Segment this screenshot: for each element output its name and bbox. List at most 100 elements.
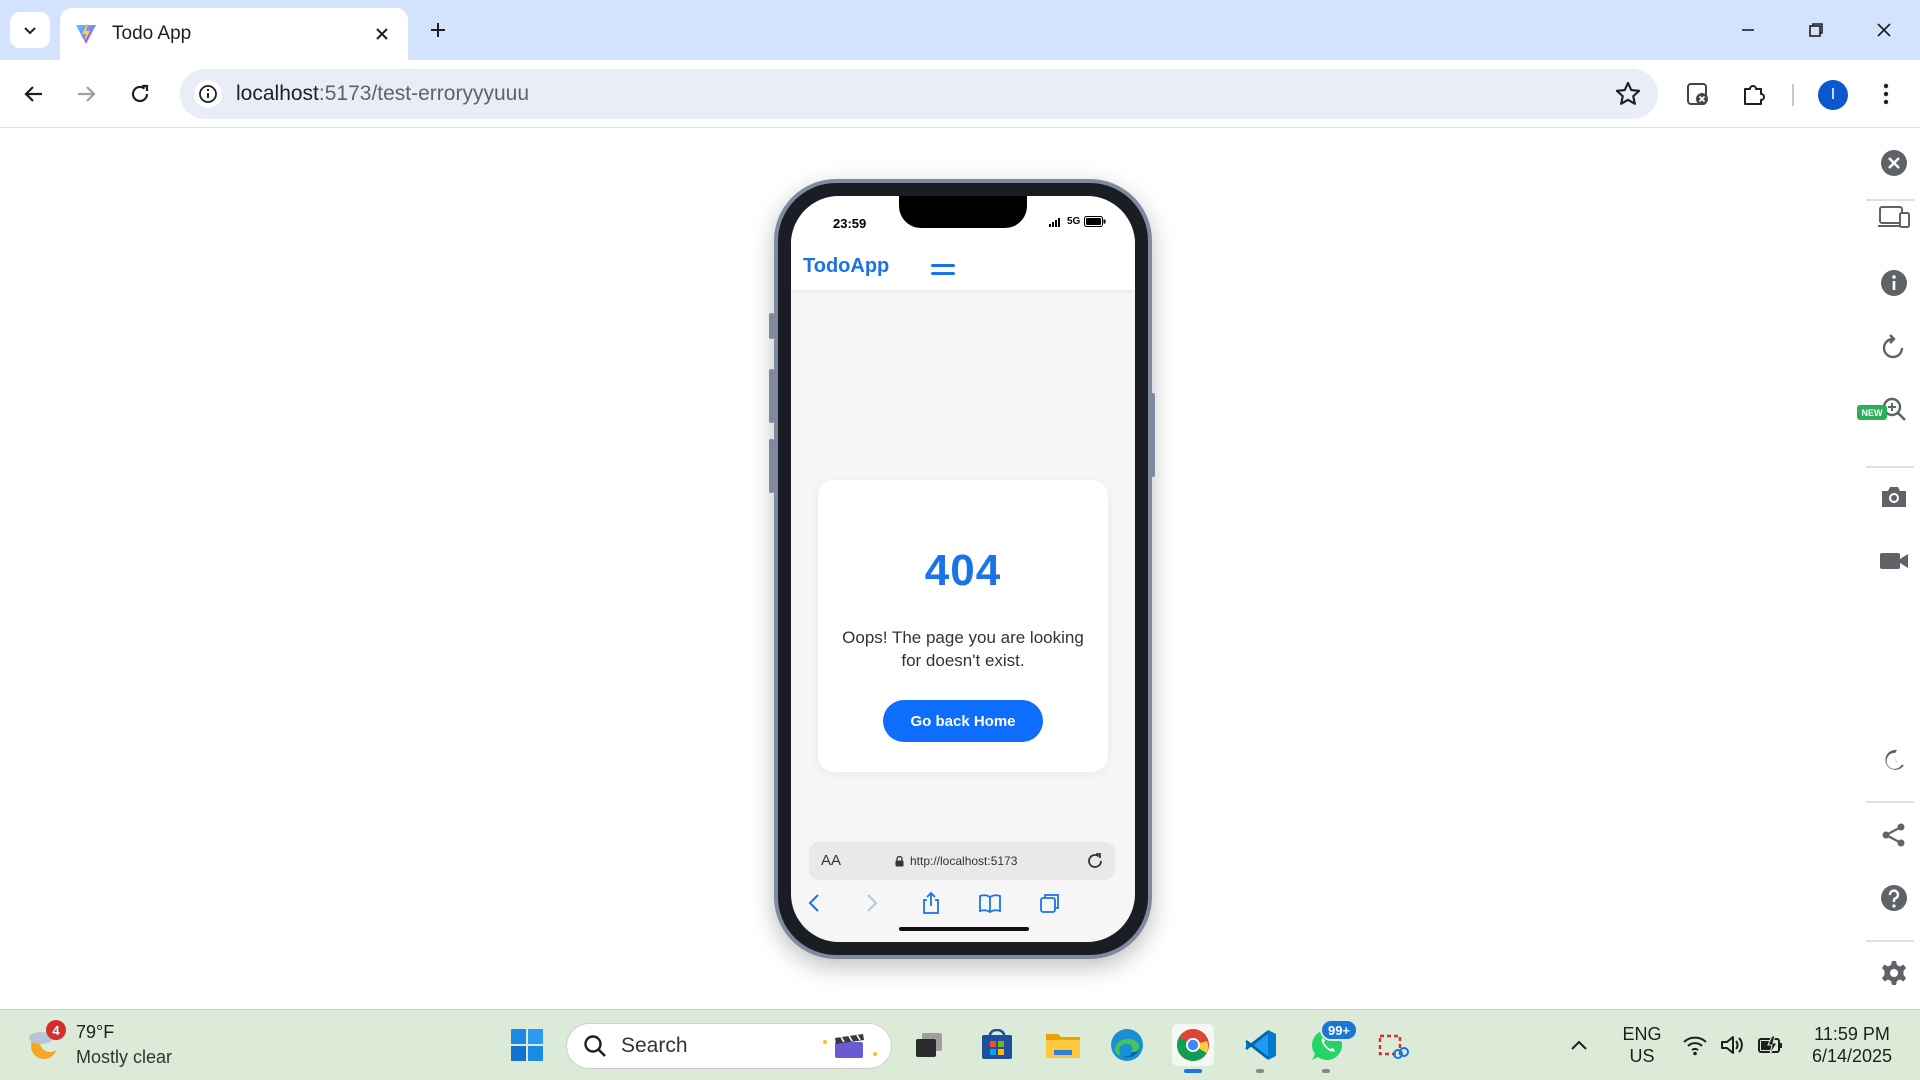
reload-icon [131,84,149,103]
show-hidden-icons-chevron-icon[interactable] [1562,1024,1596,1066]
reload-button[interactable] [118,72,162,116]
safari-back-icon[interactable] [801,890,827,916]
language-indicator[interactable]: ENG US [1614,1023,1670,1067]
chrome-icon[interactable] [1172,1024,1214,1066]
error-message: Oops! The page you are looking for doesn… [842,628,1084,670]
reader-aa-button[interactable]: AA [821,852,841,869]
plus-icon [431,23,445,37]
forward-button[interactable] [64,72,108,116]
devices-icon[interactable] [1878,201,1910,233]
task-view-icon[interactable] [908,1024,950,1066]
search-icon [584,1035,606,1057]
snipping-tool-icon[interactable] [1372,1024,1414,1066]
battery-icon [1084,216,1106,227]
search-highlight-clapper-icon [823,1034,877,1058]
safari-bookmarks-icon[interactable] [977,890,1003,916]
help-icon[interactable] [1878,882,1910,914]
browser-toolbar: localhost:5173/test-erroryyyuuu I [0,60,1920,128]
safari-url-text: http://localhost:5173 [910,854,1018,868]
share-icon[interactable] [1878,819,1910,851]
minimize-button[interactable] [1720,8,1776,52]
brand-logo[interactable]: TodoApp [803,255,889,278]
blocker-extension-icon [1687,83,1708,105]
safari-address-bar[interactable]: AA http://localhost:5173 [809,842,1115,880]
safari-reload-icon[interactable] [1085,851,1105,871]
safari-forward-icon[interactable] [859,890,885,916]
chrome-active-indicator [1184,1069,1202,1073]
wifi-icon[interactable] [1678,1024,1712,1066]
whatsapp-unread-badge: 99+ [1320,1019,1358,1041]
file-explorer-icon[interactable] [1042,1024,1084,1066]
restore-button[interactable] [1788,8,1844,52]
status-time: 23:59 [833,216,867,231]
vite-logo-icon [76,24,96,44]
taskbar-search[interactable]: Search [566,1023,892,1069]
back-button[interactable] [12,72,56,116]
url-path: :5173/test-erroryyyuuu [318,82,529,105]
panel-separator [1866,466,1914,468]
close-window-button[interactable] [1856,8,1912,52]
weather-notification-badge: 4 [46,1020,66,1040]
network-label: 5G [1067,216,1081,227]
tab-todo-app[interactable]: Todo App [60,8,408,60]
clock-date: 6/14/2025 [1811,1046,1893,1066]
site-info-icon[interactable] [194,80,222,108]
edge-browser-icon[interactable] [1106,1024,1148,1066]
toolbar-separator [1792,84,1794,106]
arrow-right-icon [78,86,96,102]
phone-frame: 23:59 5G TodoApp 404 Oops! The page you … [769,179,1155,959]
signal-icon [1049,217,1060,227]
puzzle-icon [1744,85,1765,105]
microsoft-store-icon[interactable] [976,1024,1018,1066]
minimize-icon [1742,29,1754,31]
chevron-down-icon [24,27,36,35]
extension-ad-blocker[interactable] [1676,72,1720,116]
url-host: localhost [236,82,319,105]
search-label: Search [621,1034,688,1057]
windows-taskbar: 4 79°F Mostly clear Search 99+ ENG US 11… [0,1009,1920,1080]
safari-url: http://localhost:5173 [895,854,1017,868]
bookmark-star-icon[interactable] [1614,80,1642,108]
weather-temperature[interactable]: 79°F [76,1022,114,1043]
close-icon [1877,23,1891,37]
home-indicator [899,927,1029,931]
page-viewport: 23:59 5G TodoApp 404 Oops! The page you … [0,129,1920,1009]
phone-side-button [769,439,774,493]
weather-description[interactable]: Mostly clear [76,1047,172,1068]
emulator-side-panel [1866,129,1920,1009]
status-bar: 23:59 5G [791,196,1135,246]
taskbar-clock[interactable]: 11:59 PM 6/14/2025 [1796,1023,1908,1067]
more-vertical-icon [1883,83,1889,105]
phone-side-button [1150,393,1155,477]
phone-side-button [769,313,774,339]
safari-share-icon[interactable] [918,890,944,916]
vscode-icon[interactable] [1240,1024,1282,1066]
new-tab-button[interactable] [418,12,458,48]
tab-close-icon[interactable] [370,22,394,46]
clock-time: 11:59 PM [1814,1024,1890,1044]
rotate-icon[interactable] [1878,331,1910,363]
chrome-menu-button[interactable] [1864,72,1908,116]
hamburger-menu-icon[interactable] [931,259,955,279]
video-record-icon[interactable] [1878,545,1910,577]
error-code: 404 [924,546,1002,595]
status-icons: 5G [1049,216,1106,227]
new-feature-badge: NEW [1857,405,1887,420]
profile-avatar[interactable]: I [1818,80,1848,110]
arrow-left-icon [24,86,42,102]
close-panel-icon[interactable] [1878,147,1910,179]
go-back-home-button[interactable]: Go back Home [883,700,1043,742]
panel-separator [1866,199,1914,201]
address-bar[interactable]: localhost:5173/test-erroryyyuuu [180,69,1658,119]
tab-search-button[interactable] [10,12,50,48]
windows-start-icon[interactable] [506,1024,548,1066]
volume-icon[interactable] [1716,1024,1750,1066]
dark-mode-moon-icon[interactable] [1878,744,1910,776]
phone-screen: 23:59 5G TodoApp 404 Oops! The page you … [791,196,1135,942]
extensions-button[interactable] [1732,72,1776,116]
settings-gear-icon[interactable] [1878,957,1910,989]
safari-tabs-icon[interactable] [1037,890,1063,916]
battery-charging-icon[interactable] [1754,1024,1788,1066]
info-icon[interactable] [1878,267,1910,299]
screenshot-camera-icon[interactable] [1878,481,1910,513]
